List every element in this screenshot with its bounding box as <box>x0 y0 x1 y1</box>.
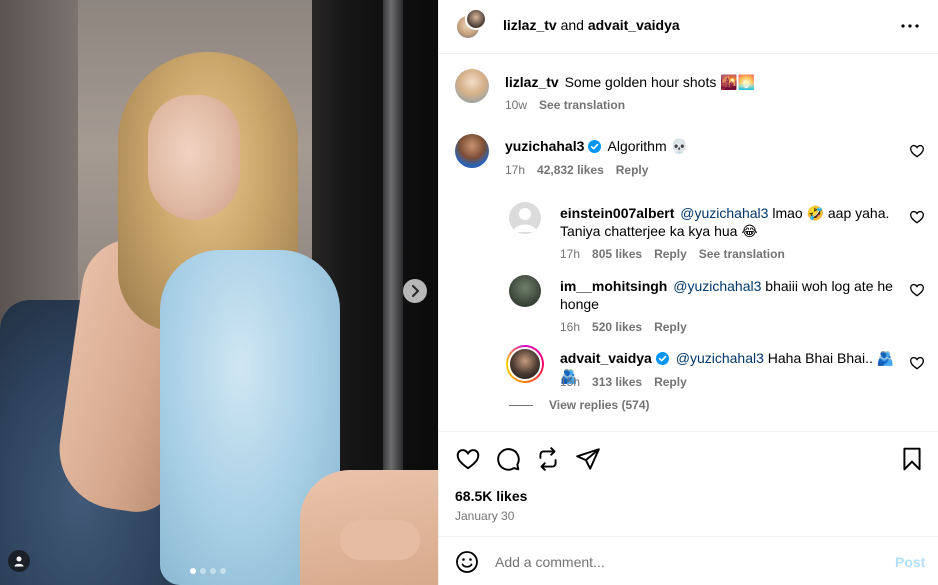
carousel-dot <box>210 568 216 574</box>
post-authors: lizlaz_tv and advait_vaidya <box>503 17 680 33</box>
carousel-dot <box>200 568 206 574</box>
reply-button[interactable]: Reply <box>654 247 687 261</box>
post-likes-count[interactable]: 68.5K likes <box>455 488 527 504</box>
username-link[interactable]: im__mohitsingh <box>560 278 667 294</box>
timestamp: 16h <box>560 320 581 334</box>
likes-count-link[interactable]: 42,832 likes <box>537 163 604 177</box>
more-icon <box>901 24 919 28</box>
timestamp: 15h <box>560 375 581 389</box>
comment-text: Algorithm 💀 <box>607 138 688 154</box>
comment-text: Taniya chatterjee ka kya hua 😂 <box>560 223 758 239</box>
view-replies-button[interactable]: View replies (574) <box>509 398 650 412</box>
heart-icon[interactable] <box>909 143 925 159</box>
comment-input[interactable] <box>495 552 875 572</box>
default-avatar-icon <box>513 208 537 232</box>
carousel-dot <box>220 568 226 574</box>
carousel-indicator <box>190 568 226 574</box>
avatar[interactable] <box>509 275 541 307</box>
likes-count-link[interactable]: 520 likes <box>592 320 642 334</box>
avatar[interactable] <box>455 69 489 103</box>
timestamp: 17h <box>560 247 581 261</box>
share-icon[interactable] <box>575 446 601 472</box>
mention-link[interactable]: @yuzichahal3 <box>680 205 768 221</box>
avatar[interactable] <box>509 202 541 234</box>
heart-icon[interactable] <box>909 282 925 298</box>
avatar-with-story-ring[interactable] <box>506 345 544 383</box>
action-bar <box>439 431 938 489</box>
post-photo[interactable] <box>0 0 438 585</box>
likes-count-link[interactable]: 313 likes <box>592 375 642 389</box>
caption-text: Some golden hour shots 🌇🌅 <box>564 74 756 90</box>
author-link[interactable]: advait_vaidya <box>588 17 680 33</box>
reply-button[interactable]: Reply <box>654 320 687 334</box>
comment: im__mohitsingh @yuzichahal3 bhaiii woh l… <box>560 277 900 313</box>
comments-list[interactable]: lizlaz_tv Some golden hour shots 🌇🌅 10w … <box>439 55 938 430</box>
caption: lizlaz_tv Some golden hour shots 🌇🌅 <box>505 73 755 91</box>
comment: yuzichahal3 Algorithm 💀 <box>505 137 688 155</box>
comment-text: lmao 🤣 aap yaha. <box>772 205 890 221</box>
verified-icon <box>655 352 669 365</box>
user-tag-icon <box>14 556 24 567</box>
timestamp: 17h <box>505 163 526 177</box>
comment-text: bhaiii woh log ate he <box>765 278 893 294</box>
comment-meta: 17h 805 likes Reply See translation <box>560 247 785 261</box>
comment-meta: 17h 42,832 likes Reply <box>505 163 648 177</box>
likes-count-link[interactable]: 805 likes <box>592 247 642 261</box>
username-link[interactable]: advait_vaidya <box>560 350 652 366</box>
add-comment-bar: Post <box>439 536 938 585</box>
avatar[interactable] <box>465 8 487 30</box>
chevron-right-icon <box>412 285 419 297</box>
reply-button[interactable]: Reply <box>616 163 649 177</box>
comment-meta: 16h 520 likes Reply <box>560 320 687 334</box>
more-options-button[interactable] <box>895 14 925 38</box>
bookmark-icon[interactable] <box>899 446 925 472</box>
comment-meta: 15h 313 likes Reply <box>560 375 687 389</box>
mention-link[interactable]: @yuzichahal3 <box>676 350 764 366</box>
post-dialog: lizlaz_tv and advait_vaidya lizlaz_tv So… <box>0 0 938 585</box>
heart-icon[interactable] <box>909 209 925 225</box>
post-header: lizlaz_tv and advait_vaidya <box>439 0 938 54</box>
avatar[interactable] <box>455 134 489 168</box>
post-date[interactable]: January 30 <box>455 509 514 523</box>
carousel-next-button[interactable] <box>403 279 427 303</box>
username-link[interactable]: yuzichahal3 <box>505 138 584 154</box>
heart-icon[interactable] <box>909 355 925 371</box>
comment-icon[interactable] <box>495 446 521 472</box>
caption-meta: 10w See translation <box>505 98 625 112</box>
tagged-users-button[interactable] <box>8 550 30 572</box>
repost-icon[interactable] <box>535 446 561 472</box>
reply-button[interactable]: Reply <box>654 375 687 389</box>
mention-link[interactable]: @yuzichahal3 <box>673 278 761 294</box>
post-comment-button[interactable]: Post <box>895 554 925 570</box>
view-replies-label: View replies (574) <box>549 398 650 412</box>
verified-icon <box>588 140 602 153</box>
author-connector: and <box>560 17 584 33</box>
username-link[interactable]: lizlaz_tv <box>505 74 559 90</box>
author-link[interactable]: lizlaz_tv <box>503 17 557 33</box>
comment-text: honge <box>560 296 599 312</box>
post-side-panel: lizlaz_tv and advait_vaidya lizlaz_tv So… <box>438 0 938 585</box>
comment: einstein007albert @yuzichahal3 lmao 🤣 aa… <box>560 204 900 240</box>
timestamp: 10w <box>505 98 528 112</box>
see-translation-link[interactable]: See translation <box>699 247 785 261</box>
see-translation-link[interactable]: See translation <box>539 98 625 112</box>
heart-icon[interactable] <box>455 446 481 472</box>
username-link[interactable]: einstein007albert <box>560 205 674 221</box>
emoji-icon[interactable] <box>455 550 479 574</box>
carousel-dot <box>190 568 196 574</box>
